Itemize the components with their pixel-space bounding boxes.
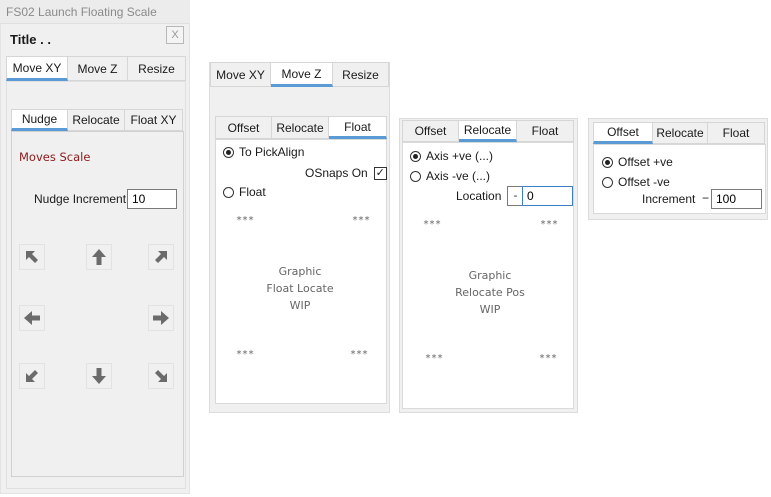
tab-move-xy[interactable]: Move XY	[6, 56, 68, 81]
main-tabstrip: Move XY Move Z Resize	[6, 56, 186, 81]
nudge-up-button[interactable]	[86, 244, 112, 270]
corner-stars: ***	[352, 215, 371, 226]
nudge-down-button[interactable]	[86, 363, 112, 389]
nudge-up-right-button[interactable]	[148, 244, 174, 270]
axis-negative-radio[interactable]: Axis -ve (...)	[410, 169, 490, 183]
offset-subtabstrip: Offset Relocate Float	[593, 122, 765, 144]
arrow-right-icon	[153, 311, 169, 325]
corner-stars: ***	[236, 349, 255, 360]
graphic-line: Float Locate	[266, 282, 334, 295]
tab-relocate[interactable]: Relocate	[653, 122, 708, 144]
radio-icon	[223, 186, 234, 198]
window-titlebar: FS02 Launch Floating Scale	[0, 0, 190, 24]
minus-icon: -	[513, 190, 518, 202]
nudge-increment-label: Nudge Increment	[34, 192, 127, 206]
close-button[interactable]: X	[166, 26, 184, 44]
radio-icon	[602, 156, 613, 168]
movez-subtabstrip: Offset Relocate Float	[215, 116, 387, 139]
moves-scale-label: Moves Scale	[19, 150, 91, 164]
axis-negative-label: Axis -ve (...)	[426, 169, 491, 183]
graphic-line: Relocate Pos	[455, 286, 525, 299]
tab-float[interactable]: Float	[517, 120, 574, 142]
increment-input[interactable]	[711, 189, 762, 209]
osnaps-label: OSnaps On	[305, 166, 368, 180]
float-label: Float	[239, 185, 266, 199]
increment-sign[interactable]: −	[702, 191, 709, 205]
tab-resize[interactable]: Resize	[333, 62, 389, 87]
tab-relocate[interactable]: Relocate	[272, 116, 329, 139]
radio-icon	[602, 176, 613, 188]
form-heading: Title . .	[10, 32, 51, 47]
radio-icon	[223, 146, 234, 158]
location-label: Location	[456, 189, 502, 203]
corner-stars: ***	[236, 215, 255, 226]
tab-move-xy[interactable]: Move XY	[210, 62, 271, 87]
offset-positive-label: Offset +ve	[618, 155, 673, 169]
graphic-line: Graphic	[468, 269, 512, 282]
corner-stars: ***	[539, 353, 558, 364]
to-pickalign-label: To PickAlign	[239, 145, 305, 159]
tab-offset[interactable]: Offset	[215, 116, 272, 139]
increment-label: Increment	[642, 192, 696, 206]
corner-stars: ***	[540, 219, 559, 230]
tab-move-z[interactable]: Move Z	[271, 62, 333, 87]
arrow-up-left-icon	[26, 251, 38, 263]
tab-relocate[interactable]: Relocate	[459, 120, 517, 142]
arrow-up-icon	[92, 249, 106, 265]
tab-move-z[interactable]: Move Z	[68, 56, 128, 81]
tab-float[interactable]: Float	[329, 116, 387, 139]
nudge-up-left-button[interactable]	[19, 244, 45, 270]
offset-positive-radio[interactable]: Offset +ve	[602, 155, 673, 169]
corner-stars: ***	[423, 219, 442, 230]
offset-negative-radio[interactable]: Offset -ve	[602, 175, 670, 189]
nudge-tabpage	[11, 131, 184, 477]
graphic-placeholder: Graphic Relocate Pos WIP	[440, 267, 540, 318]
location-input[interactable]	[522, 186, 573, 206]
arrow-down-left-icon	[26, 370, 38, 382]
arrow-down-icon	[92, 368, 106, 384]
graphic-line: WIP	[289, 299, 311, 312]
nudge-down-right-button[interactable]	[148, 363, 174, 389]
corner-stars: ***	[350, 349, 369, 360]
arrow-down-right-icon	[155, 370, 167, 382]
graphic-line: Graphic	[278, 265, 322, 278]
osnaps-checkbox[interactable]: OSnaps On ✓	[305, 166, 387, 180]
nudge-left-button[interactable]	[19, 305, 45, 331]
tab-float[interactable]: Float	[708, 122, 765, 144]
float-radio[interactable]: Float	[223, 185, 266, 199]
graphic-line: WIP	[479, 303, 501, 316]
tab-offset[interactable]: Offset	[593, 122, 653, 144]
movez-main-tabstrip: Move XY Move Z Resize	[210, 62, 389, 87]
corner-stars: ***	[425, 353, 444, 364]
nudge-right-button[interactable]	[148, 305, 174, 331]
location-sign-toggle[interactable]: -	[507, 186, 523, 206]
offset-negative-label: Offset -ve	[618, 175, 670, 189]
checkmark-icon: ✓	[373, 166, 387, 180]
arrow-up-right-icon	[155, 251, 167, 263]
to-pickalign-radio[interactable]: To PickAlign	[223, 145, 304, 159]
nudge-down-left-button[interactable]	[19, 363, 45, 389]
tab-float-xy[interactable]: Float XY	[125, 109, 183, 131]
tab-resize[interactable]: Resize	[128, 56, 186, 81]
close-icon: X	[171, 29, 179, 41]
axis-positive-radio[interactable]: Axis +ve (...)	[410, 149, 493, 163]
axis-positive-label: Axis +ve (...)	[426, 149, 494, 163]
arrow-left-icon	[24, 311, 40, 325]
window-title: FS02 Launch Floating Scale	[6, 5, 157, 19]
radio-icon	[410, 170, 421, 182]
tab-nudge[interactable]: Nudge	[11, 109, 68, 131]
movexy-subtabstrip: Nudge Relocate Float XY	[11, 109, 183, 131]
tab-offset[interactable]: Offset	[402, 120, 459, 142]
nudge-increment-input[interactable]	[127, 189, 177, 209]
relocate-subtabstrip: Offset Relocate Float	[402, 120, 574, 142]
radio-icon	[410, 150, 421, 162]
graphic-placeholder: Graphic Float Locate WIP	[250, 263, 350, 314]
tab-relocate[interactable]: Relocate	[68, 109, 125, 131]
